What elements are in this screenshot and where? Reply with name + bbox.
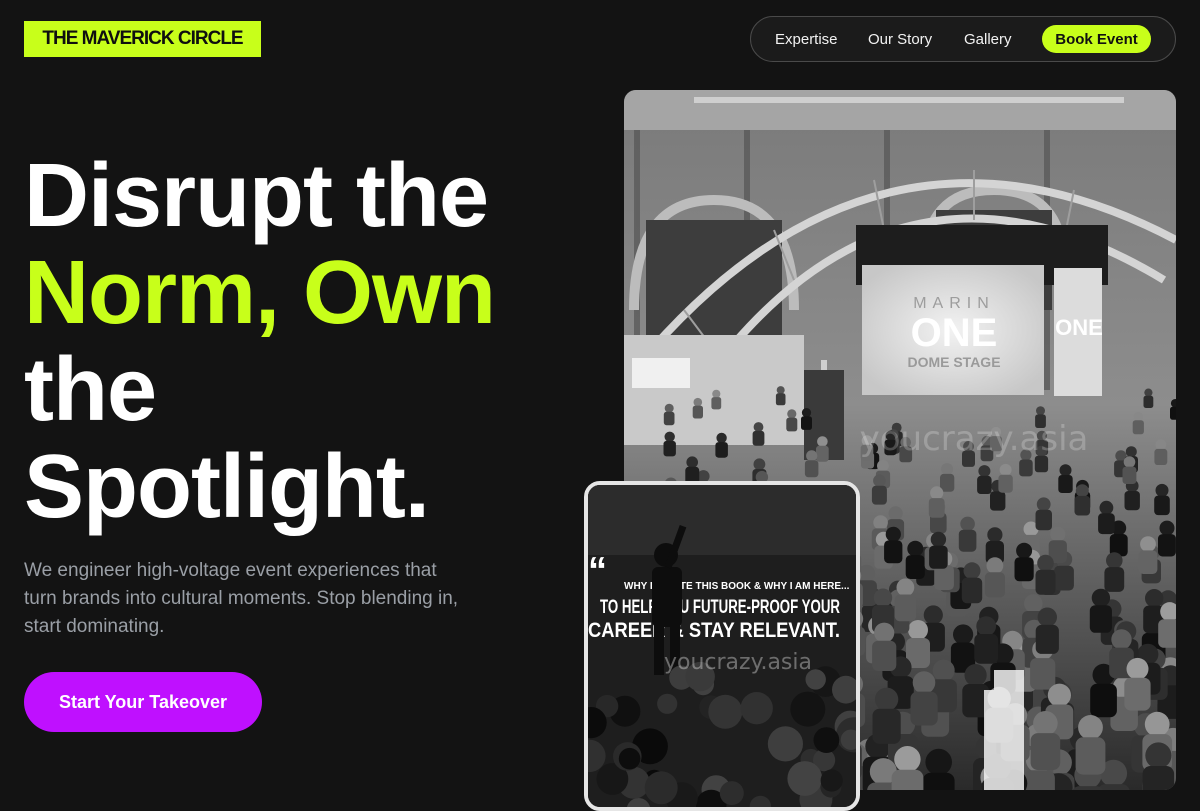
stage-screen-line: ONE (911, 311, 998, 355)
stage-screen-line: MARIN (913, 295, 995, 312)
quote-icon: “ (588, 550, 607, 592)
stage-screen-line: DOME STAGE (907, 354, 1000, 370)
nav-link-our-story[interactable]: Our Story (868, 31, 932, 48)
start-takeover-button[interactable]: Start Your Takeover (24, 672, 262, 732)
banner-line: CAREER & STAY RELEVANT. (588, 619, 840, 642)
book-event-button[interactable]: Book Event (1042, 25, 1151, 53)
banner-line: TO HELP YOU FUTURE-PROOF YOUR (600, 597, 840, 618)
hero-title-line-highlight: Norm, Own (24, 243, 496, 343)
card-photo-watermark: youcrazy.asia (664, 650, 812, 675)
hero-title-line: Spotlight. (24, 437, 430, 537)
brand-logo[interactable]: THE MAVERICK CIRCLE (24, 21, 261, 57)
main-photo-watermark: youcrazy.asia (860, 419, 1089, 459)
hero-title-line: Disrupt the (24, 146, 489, 246)
hero-subtitle: We engineer high-voltage event experienc… (24, 560, 459, 637)
nav-link-expertise[interactable]: Expertise (775, 31, 838, 48)
hero-title: Disrupt the Norm, Own the Spotlight. (24, 148, 584, 536)
hero-title-line: the (24, 340, 157, 440)
main-nav: Expertise Our Story Gallery Book Event (750, 16, 1176, 62)
stage-side-banner: ONE (1055, 315, 1103, 340)
speaker-stage-photo: “ WHY I WROTE THIS BOOK & WHY I AM HERE.… (584, 481, 860, 811)
nav-link-gallery[interactable]: Gallery (964, 31, 1012, 48)
